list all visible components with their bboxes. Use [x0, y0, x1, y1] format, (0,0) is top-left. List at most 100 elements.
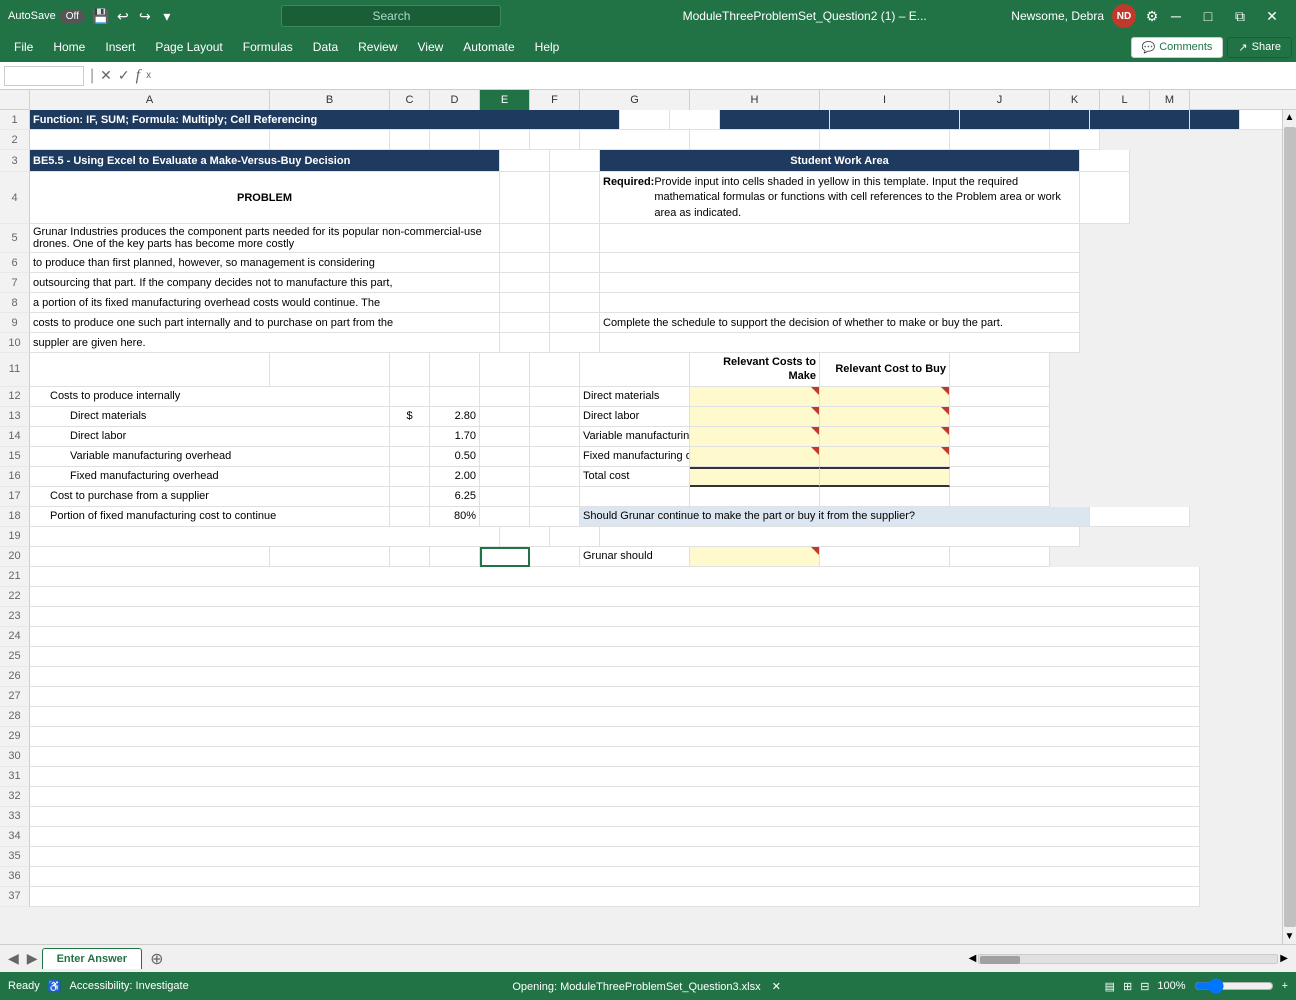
cell-d15[interactable]: 0.50 [430, 447, 480, 467]
cell-g12[interactable]: Direct materials [580, 387, 690, 407]
cell-a3[interactable]: BE5.5 - Using Excel to Evaluate a Make-V… [30, 150, 500, 172]
cell-g17[interactable] [580, 487, 690, 507]
minimize-button[interactable]: ─ [1160, 0, 1192, 32]
cell-f20[interactable] [530, 547, 580, 567]
cell-a21[interactable] [30, 567, 1200, 587]
cell-a16[interactable]: Fixed manufacturing overhead [30, 467, 390, 487]
cell-e1[interactable] [620, 110, 670, 130]
cancel-formula-icon[interactable]: ✕ [100, 67, 112, 84]
cell-e12[interactable] [480, 387, 530, 407]
cell-f7[interactable] [550, 273, 600, 293]
col-header-h[interactable]: H [690, 90, 820, 110]
name-box[interactable] [4, 66, 84, 86]
cell-e14[interactable] [480, 427, 530, 447]
search-input[interactable] [281, 5, 501, 27]
scroll-thumb[interactable] [1284, 127, 1296, 927]
cell-h17[interactable] [690, 487, 820, 507]
cell-g7[interactable] [600, 273, 1080, 293]
cell-a17[interactable]: Cost to purchase from a supplier [30, 487, 390, 507]
cell-f9[interactable] [550, 313, 600, 333]
insert-function-icon[interactable]: f [136, 67, 140, 85]
menu-data[interactable]: Data [303, 36, 348, 58]
cell-k4[interactable] [1080, 172, 1130, 224]
cell-e3[interactable] [500, 150, 550, 172]
cell-i17[interactable] [820, 487, 950, 507]
cell-j15[interactable] [950, 447, 1050, 467]
cell-i14[interactable] [820, 427, 950, 447]
col-header-c[interactable]: C [390, 90, 430, 110]
cell-b11[interactable] [270, 353, 390, 387]
cell-g4[interactable]: Required: Provide input into cells shade… [600, 172, 1080, 224]
cell-j12[interactable] [950, 387, 1050, 407]
cell-e16[interactable] [480, 467, 530, 487]
cell-d11[interactable] [430, 353, 480, 387]
settings-icon[interactable]: ⚙ [1144, 8, 1160, 24]
cell-a10[interactable]: suppler are given here. [30, 333, 500, 353]
cell-a2[interactable] [30, 130, 270, 150]
cell-e9[interactable] [500, 313, 550, 333]
cell-k1[interactable] [1190, 110, 1240, 130]
cell-i13[interactable] [820, 407, 950, 427]
cell-f8[interactable] [550, 293, 600, 313]
comments-button[interactable]: 💬 Comments [1131, 37, 1224, 58]
cell-h15[interactable] [690, 447, 820, 467]
cell-k2[interactable] [1050, 130, 1100, 150]
cell-i16[interactable] [820, 467, 950, 487]
cell-f16[interactable] [530, 467, 580, 487]
cell-a28[interactable] [30, 707, 1200, 727]
scroll-left-button[interactable]: ◀ [969, 953, 977, 964]
add-sheet-button[interactable]: ⊕ [144, 947, 169, 971]
cell-a34[interactable] [30, 827, 1200, 847]
cell-a11[interactable] [30, 353, 270, 387]
cell-h20[interactable] [690, 547, 820, 567]
cell-h14[interactable] [690, 427, 820, 447]
cell-e19[interactable] [500, 527, 550, 547]
cell-g18[interactable]: Should Grunar continue to make the part … [580, 507, 1090, 527]
cell-f2[interactable] [530, 130, 580, 150]
cell-a32[interactable] [30, 787, 1200, 807]
cell-e13[interactable] [480, 407, 530, 427]
col-header-f[interactable]: F [530, 90, 580, 110]
cell-i15[interactable] [820, 447, 950, 467]
cell-d14[interactable]: 1.70 [430, 427, 480, 447]
cell-g19[interactable] [600, 527, 1080, 547]
sheet-tab-enter-answer[interactable]: Enter Answer [42, 948, 143, 969]
autosave-toggle[interactable]: Off [60, 10, 85, 23]
cell-c14[interactable] [390, 427, 430, 447]
zoom-in-icon[interactable]: + [1282, 980, 1288, 992]
col-header-e[interactable]: E [480, 90, 530, 110]
cell-a30[interactable] [30, 747, 1200, 767]
col-header-b[interactable]: B [270, 90, 390, 110]
cell-f13[interactable] [530, 407, 580, 427]
cell-j1[interactable] [1090, 110, 1190, 130]
view-layout-icon[interactable]: ⊞ [1123, 980, 1132, 993]
view-break-icon[interactable]: ⊟ [1140, 980, 1149, 993]
main-grid[interactable]: 1 Function: IF, SUM; Formula: Multiply; … [0, 110, 1282, 944]
col-header-i[interactable]: I [820, 90, 950, 110]
menu-review[interactable]: Review [348, 36, 407, 58]
cell-f18[interactable] [530, 507, 580, 527]
cell-j17[interactable] [950, 487, 1050, 507]
menu-formulas[interactable]: Formulas [233, 36, 303, 58]
cell-j11[interactable] [950, 353, 1050, 387]
cell-j16[interactable] [950, 467, 1050, 487]
close-status-button[interactable]: ✕ [772, 981, 781, 993]
col-header-l[interactable]: L [1100, 90, 1150, 110]
scroll-thumb-h[interactable] [980, 956, 1020, 964]
cell-e6[interactable] [500, 253, 550, 273]
cell-d20[interactable] [430, 547, 480, 567]
redo-icon[interactable]: ↪ [137, 8, 153, 24]
cell-a7[interactable]: outsourcing that part. If the company de… [30, 273, 500, 293]
cell-a5[interactable]: Grunar Industries produces the component… [30, 224, 500, 253]
menu-insert[interactable]: Insert [95, 36, 145, 58]
cell-h13[interactable] [690, 407, 820, 427]
cell-i11[interactable]: Relevant Cost to Buy [820, 353, 950, 387]
scroll-track[interactable] [978, 954, 1278, 964]
user-avatar[interactable]: ND [1112, 4, 1136, 28]
horizontal-scrollbar[interactable]: ◀ ▶ [969, 953, 1288, 964]
customize-icon[interactable]: ▾ [159, 8, 175, 24]
menu-automate[interactable]: Automate [453, 36, 524, 58]
cell-a9[interactable]: costs to produce one such part internall… [30, 313, 500, 333]
scroll-tabs-left-button[interactable]: ◀ [4, 948, 23, 969]
cell-a36[interactable] [30, 867, 1200, 887]
